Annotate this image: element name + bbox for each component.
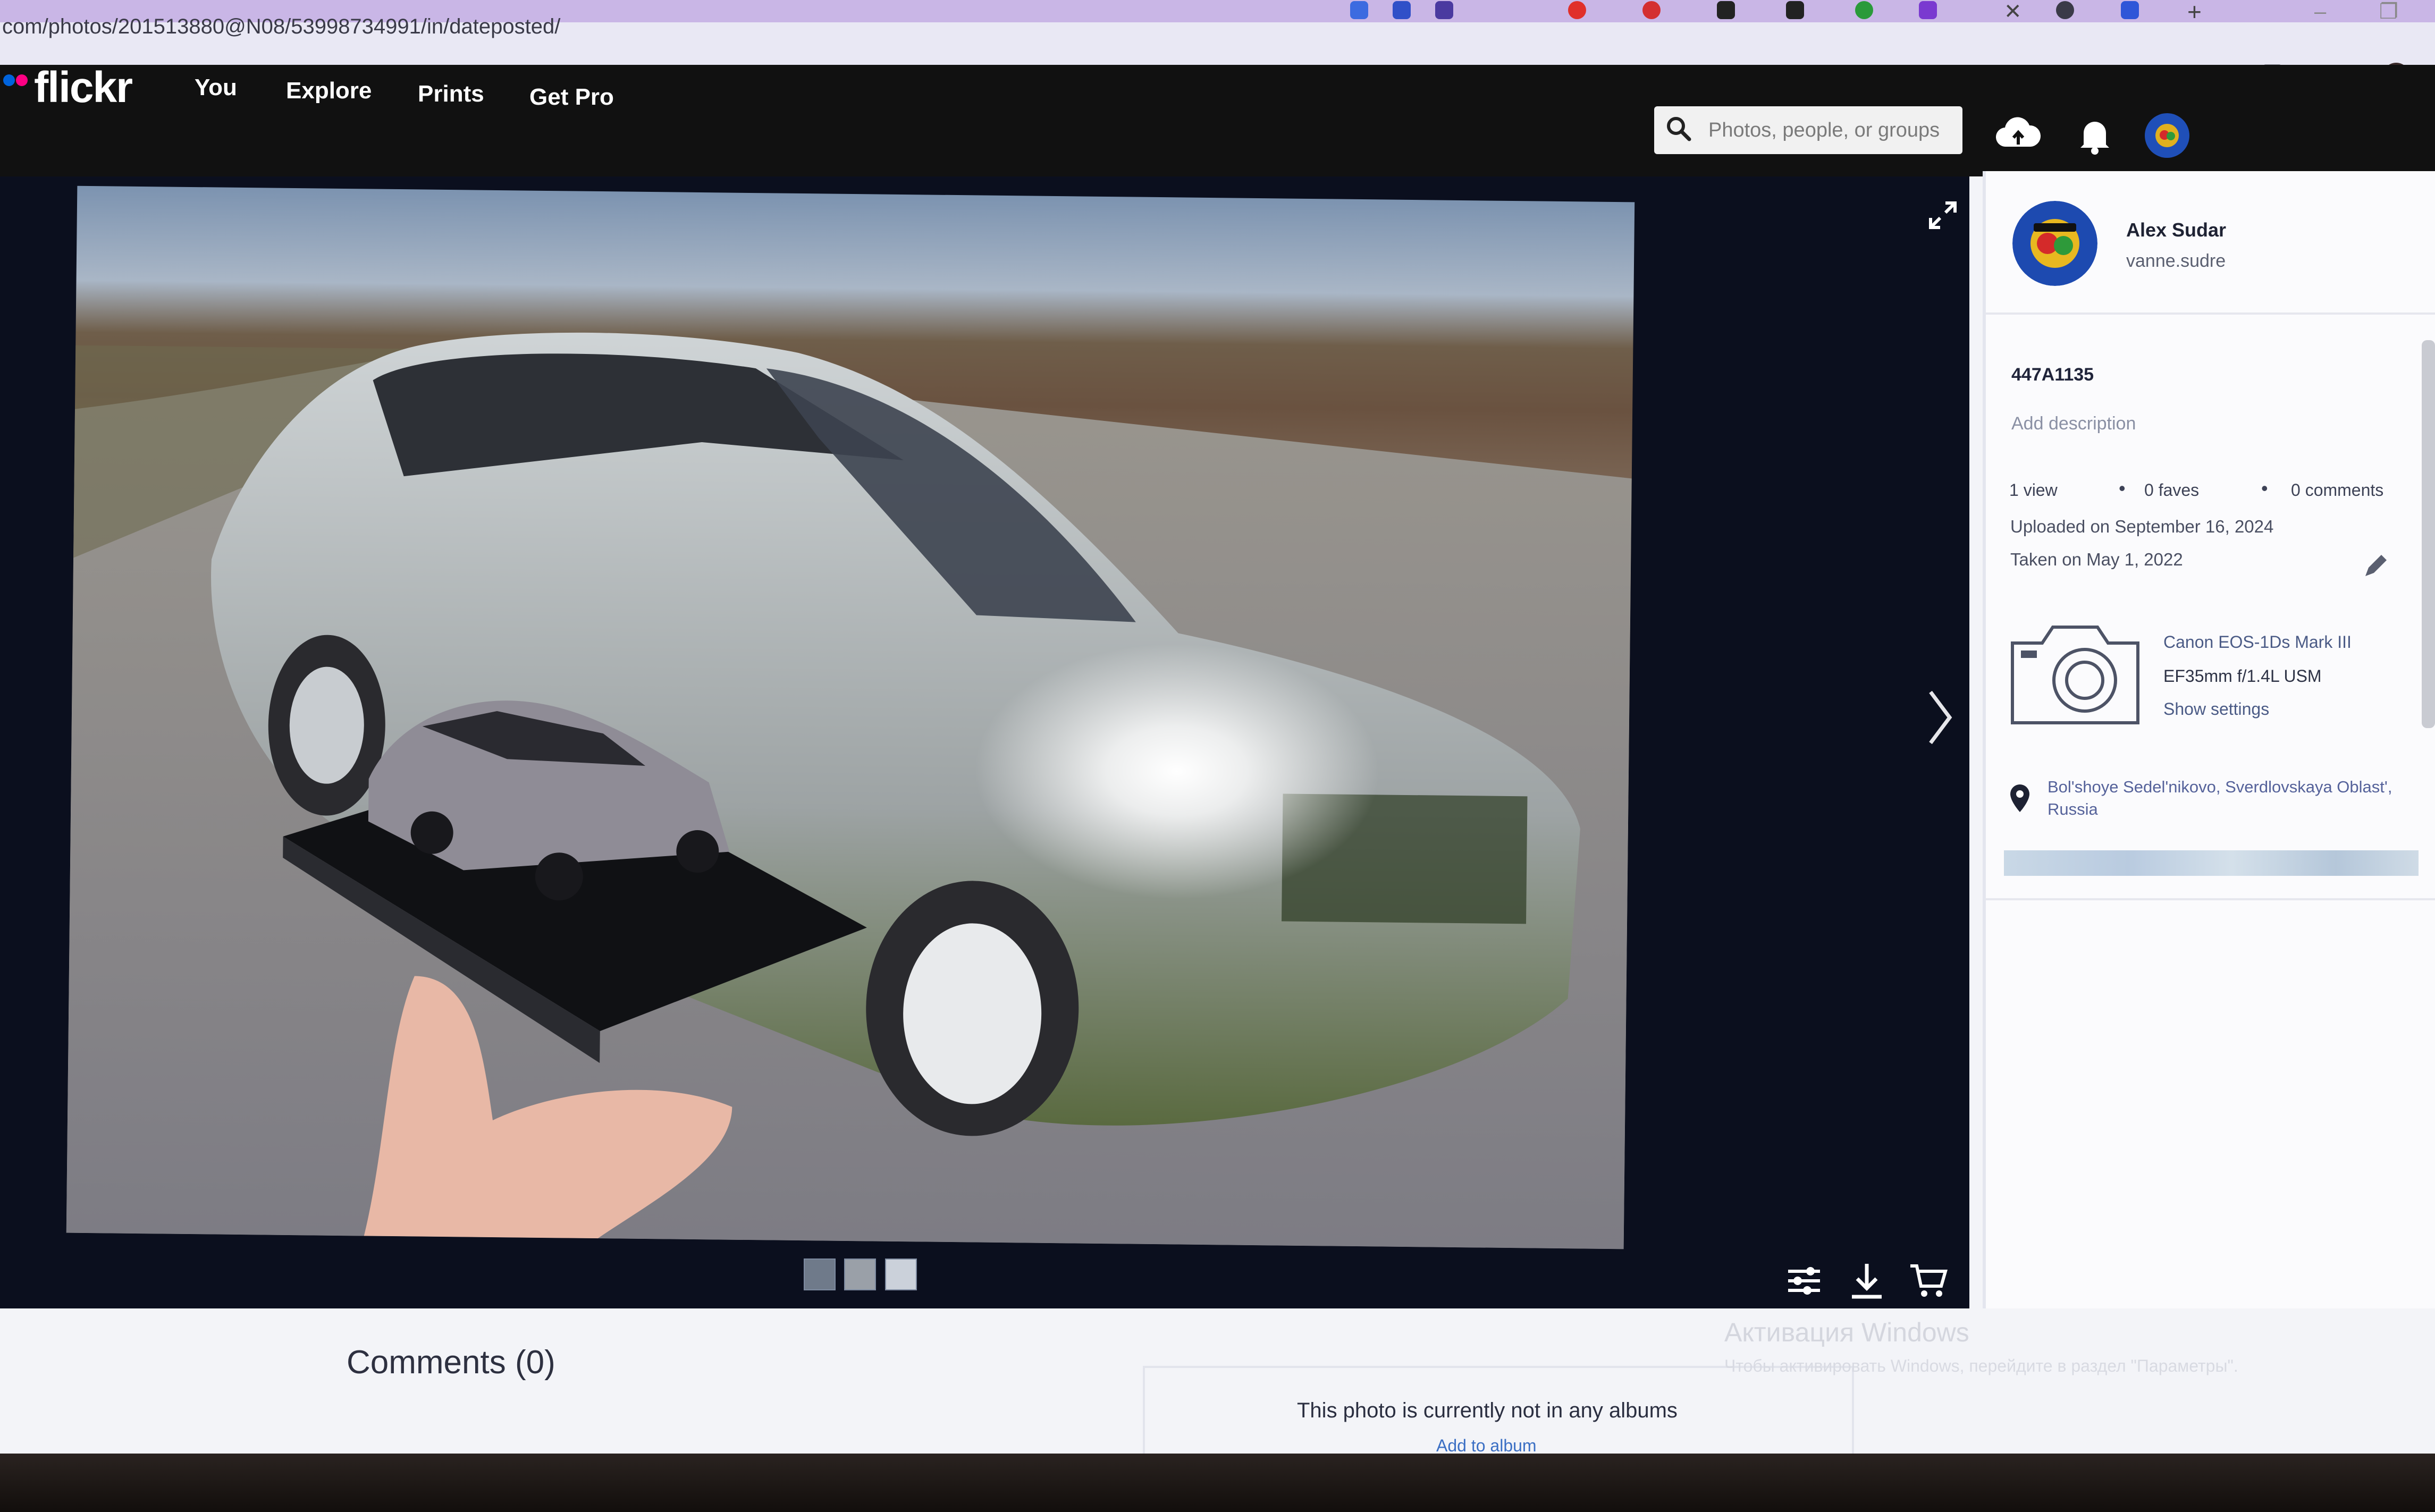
no-albums-message: This photo is currently not in any album… [1297,1399,1678,1422]
fullscreen-expand-icon[interactable] [1924,197,1961,234]
nav-get-pro[interactable]: Get Pro [529,84,614,111]
restore-icon[interactable]: ❐ [2379,0,2398,23]
location-map[interactable] [2004,850,2419,876]
adjust-sliders-icon[interactable] [1783,1260,1825,1302]
close-tab-icon[interactable]: ✕ [2004,0,2022,23]
search-icon [1663,113,1695,145]
camera-model-link[interactable]: Canon EOS-1Ds Mark III [2163,632,2352,652]
add-description-link[interactable]: Add description [2011,413,2136,434]
next-photo-chevron-icon[interactable] [1924,686,1956,749]
thumbnail[interactable] [844,1258,877,1290]
location-link[interactable]: Bol'shoye Sedel'nikovo, Sverdlovskaya Ob… [2048,776,2420,821]
tab-favicon[interactable] [2056,1,2074,19]
author-username[interactable]: vanne.sudre [2126,251,2226,272]
main-photo[interactable] [66,185,1635,1249]
download-icon[interactable] [1846,1260,1888,1302]
flickr-logo-dots [3,74,29,89]
address-bar-url[interactable]: com/photos/201513880@N08/53998734991/in/… [0,0,1969,48]
add-to-album-link[interactable]: Add to album [1436,1436,1537,1454]
nav-prints[interactable]: Prints [418,81,484,107]
divider [1985,312,2435,315]
search-box[interactable]: Photos, people, or groups [1654,106,1962,154]
flickr-logo[interactable]: flickr [34,63,133,113]
upload-cloud-icon[interactable] [1994,112,2042,159]
photo-thumbnails[interactable] [804,1258,923,1293]
separator-dot: • [2261,477,2268,499]
shopping-cart-icon[interactable] [1907,1260,1950,1302]
monitor-bezel [0,1454,2435,1512]
nav-you[interactable]: You [195,74,237,101]
sidebar-scrollbar[interactable] [2422,340,2435,728]
uploaded-date: Uploaded on September 16, 2024 [2010,517,2274,536]
thumbnail[interactable] [884,1258,917,1290]
author-name-link[interactable]: Alex Sudar [2126,219,2226,241]
windows-activation-title: Активация Windows [1724,1317,1969,1347]
search-placeholder: Photos, people, or groups [1708,119,1940,141]
comments-heading: Comments (0) [347,1344,555,1381]
notifications-bell-icon[interactable] [2071,112,2119,159]
thumbnail[interactable] [804,1258,836,1290]
show-settings-link[interactable]: Show settings [2163,699,2269,719]
comments-count[interactable]: 0 comments [2291,480,2383,500]
location-pin-icon [2008,783,2032,813]
tab-favicon[interactable] [2121,1,2139,19]
separator-dot: • [2119,477,2126,499]
camera-icon [2005,606,2145,746]
views-count: 1 view [2009,480,2058,500]
author-avatar[interactable] [2012,201,2097,286]
monitor-screen: ✕ + – ❐ com/photos/201513880@N08/5399873… [0,0,2435,1454]
divider [1985,898,2435,900]
lens-model: EF35mm f/1.4L USM [2163,666,2322,686]
edit-pencil-icon[interactable] [2360,552,2390,581]
user-avatar-icon[interactable] [2143,112,2191,159]
nav-explore[interactable]: Explore [286,78,372,104]
new-tab-button[interactable]: + [2187,0,2202,24]
minimize-icon[interactable]: – [2314,0,2326,23]
windows-activation-hint: Чтобы активировать Windows, перейдите в … [1724,1356,2238,1375]
photo-title[interactable]: 447A1135 [2011,365,2094,385]
taken-date: Taken on May 1, 2022 [2010,550,2183,569]
faves-count[interactable]: 0 faves [2144,480,2199,500]
